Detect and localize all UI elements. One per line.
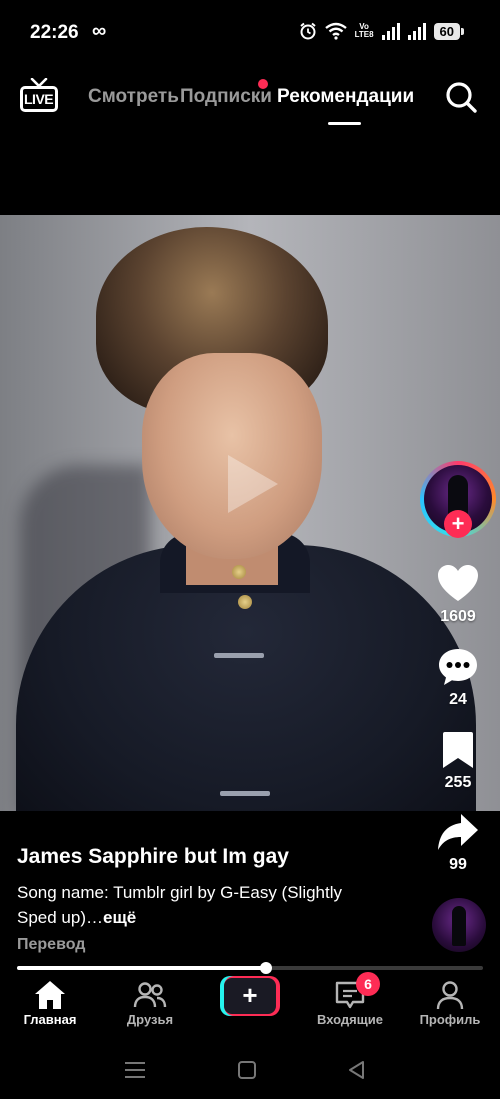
- nav-profile-label: Профиль: [419, 1012, 481, 1027]
- nav-home-label: Главная: [23, 1012, 77, 1027]
- status-bar: 22:26 ∞ Vo LTE8 60: [0, 0, 500, 66]
- infinity-icon: ∞: [92, 20, 107, 42]
- signal-icon: [381, 22, 400, 40]
- save-action[interactable]: 255: [432, 728, 484, 792]
- plus-icon: +: [224, 978, 276, 1014]
- recent-apps-icon[interactable]: [123, 1060, 147, 1080]
- share-action[interactable]: 99: [432, 810, 484, 874]
- signal-icon-2: [407, 22, 426, 40]
- play-icon[interactable]: [222, 451, 282, 517]
- share-icon: [438, 814, 478, 850]
- volte-indicator: Vo LTE8: [355, 23, 374, 39]
- tab-recommendations[interactable]: Рекомендации: [277, 86, 414, 108]
- home-system-icon[interactable]: [237, 1060, 257, 1080]
- nav-profile[interactable]: Профиль: [400, 978, 500, 1027]
- volte-bottom: LTE8: [354, 30, 374, 39]
- nav-friends[interactable]: Друзья: [100, 978, 200, 1027]
- shirt-button: [238, 595, 252, 609]
- likes-count: 1609: [440, 608, 476, 625]
- comment-action[interactable]: 24: [432, 645, 484, 709]
- active-tab-indicator: [328, 122, 361, 125]
- tab-subscriptions[interactable]: Подписки: [180, 86, 272, 108]
- bookmark-icon: [443, 732, 473, 768]
- friends-icon: [133, 982, 167, 1008]
- bottom-nav: Главная Друзья + Входящие 6 Профиль: [0, 972, 500, 1036]
- translate-link[interactable]: Перевод: [17, 936, 85, 954]
- music-disc[interactable]: [432, 898, 486, 952]
- inbox-badge: 6: [356, 972, 380, 996]
- back-icon[interactable]: [347, 1060, 367, 1080]
- shirt-button: [232, 565, 246, 579]
- alarm-icon: [299, 22, 316, 40]
- more-link[interactable]: ещё: [103, 908, 136, 927]
- status-time: 22:26: [30, 22, 79, 43]
- follow-button[interactable]: +: [444, 510, 472, 538]
- search-icon[interactable]: [444, 80, 478, 114]
- create-button[interactable]: +: [220, 976, 280, 1016]
- nav-inbox[interactable]: Входящие: [300, 978, 400, 1027]
- system-nav-bar: [0, 1040, 500, 1099]
- video-progress-bar[interactable]: [17, 962, 483, 974]
- nav-inbox-label: Входящие: [317, 1012, 383, 1027]
- nav-friends-label: Друзья: [126, 1012, 174, 1027]
- home-icon: [35, 981, 65, 1009]
- shirt-clasp: [220, 791, 270, 796]
- shirt-clasp: [214, 653, 264, 658]
- status-icons: Vo LTE8 60: [299, 22, 465, 40]
- music-disc-figure: [452, 906, 466, 946]
- heart-icon: [438, 565, 478, 601]
- like-action[interactable]: 1609: [432, 562, 484, 626]
- live-label: LIVE: [24, 91, 54, 107]
- profile-icon: [436, 981, 464, 1010]
- comment-icon: [439, 649, 477, 685]
- battery-indicator: 60: [433, 22, 465, 40]
- comments-count: 24: [449, 691, 467, 708]
- saves-count: 255: [444, 774, 472, 791]
- video-description[interactable]: Song name: Tumblr girl by G-Easy (Slight…: [17, 880, 357, 930]
- wifi-icon: [324, 22, 347, 40]
- progress-fill: [17, 966, 267, 970]
- nav-home[interactable]: Главная: [0, 978, 100, 1027]
- shares-count: 99: [449, 856, 467, 873]
- live-button[interactable]: LIVE: [20, 78, 58, 114]
- subscriptions-notification-dot: [258, 79, 268, 89]
- video-title[interactable]: James Sapphire but Im gay: [17, 845, 289, 869]
- description-text: Song name: Tumblr girl by G-Easy (Slight…: [17, 883, 343, 927]
- top-nav: LIVE Смотреть Подписки Рекомендации: [0, 70, 500, 130]
- tab-watch[interactable]: Смотреть: [88, 86, 179, 108]
